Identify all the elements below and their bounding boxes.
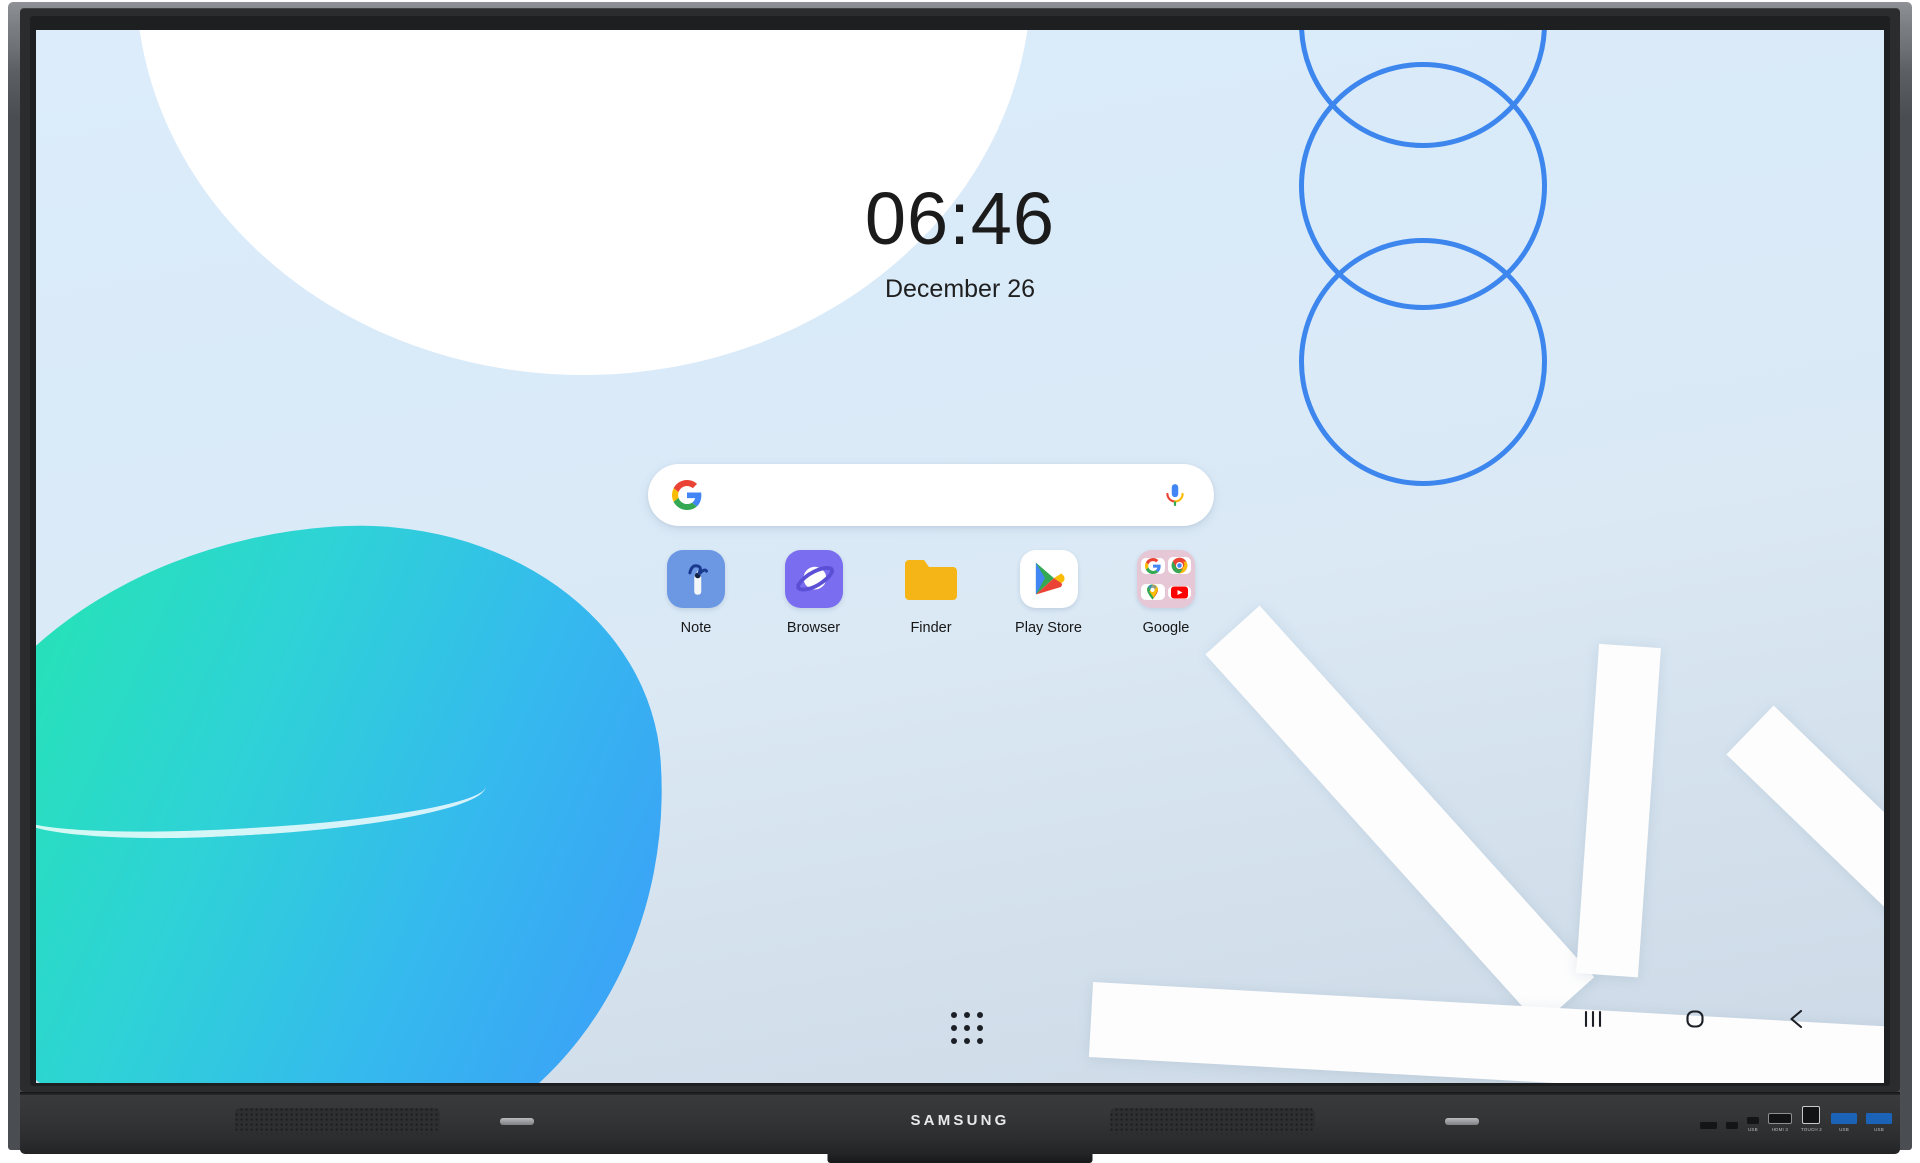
search-input[interactable] xyxy=(718,484,1162,506)
port-label: HDMI 3 xyxy=(1771,1127,1789,1132)
clock-date: December 26 xyxy=(884,275,1036,303)
note-pen-icon xyxy=(667,550,725,608)
drawer-dot xyxy=(964,1012,970,1018)
port-label: USB xyxy=(1747,1127,1758,1132)
app-shortcut-row: Note Browser Finder Play Store Google xyxy=(648,550,1214,636)
clock-time: 06:46 xyxy=(864,177,1056,260)
app-label: Finder xyxy=(910,620,952,636)
google-g-icon xyxy=(1141,557,1165,574)
app-drawer-grid-icon[interactable] xyxy=(941,1002,993,1054)
clock-widget[interactable]: 06:46 December 26 xyxy=(36,182,1884,304)
home-icon[interactable] xyxy=(1672,996,1718,1042)
touch-2-port[interactable]: TOUCH 2 xyxy=(1801,1106,1822,1132)
wallpaper-white-bar-2 xyxy=(1576,643,1661,978)
app-shortcut-play-store[interactable]: Play Store xyxy=(1001,550,1097,636)
app-shortcut-browser[interactable]: Browser xyxy=(766,550,862,636)
app-label: Play Store xyxy=(1015,620,1082,636)
back-icon[interactable] xyxy=(1774,996,1820,1042)
service-port[interactable] xyxy=(1725,1122,1738,1132)
drawer-dot xyxy=(951,1038,957,1044)
device-chin: SAMSUNG USB HDMI 3 TOUCH 2 USB USB xyxy=(20,1092,1900,1154)
google-g-icon xyxy=(672,480,702,510)
display-screen: 06:46 December 26 Note Browser Finder Pl… xyxy=(36,30,1884,1083)
port-label: USB xyxy=(1874,1127,1884,1132)
google-folder-icon xyxy=(1137,550,1195,608)
samsung-brand-logo: SAMSUNG xyxy=(910,1112,1010,1129)
drawer-dot xyxy=(977,1012,983,1018)
youtube-icon xyxy=(1167,585,1191,599)
usb-port[interactable]: USB xyxy=(1746,1117,1759,1132)
maps-pin-icon xyxy=(1141,584,1165,601)
samsung-internet-icon xyxy=(784,550,843,608)
navigation-bar xyxy=(1570,996,1820,1042)
google-search-bar[interactable] xyxy=(648,464,1214,526)
drawer-dot xyxy=(951,1012,957,1018)
app-label: Note xyxy=(680,620,712,636)
app-shortcut-note[interactable]: Note xyxy=(648,550,744,636)
app-label: Browser xyxy=(786,620,841,636)
usb-c-port[interactable] xyxy=(1699,1122,1717,1132)
device-foot xyxy=(827,1154,1093,1163)
drawer-dot xyxy=(977,1038,983,1044)
recents-icon[interactable] xyxy=(1570,996,1616,1042)
port-label: TOUCH 2 xyxy=(1800,1127,1822,1132)
hdmi-3-port[interactable]: HDMI 3 xyxy=(1767,1113,1792,1132)
wallpaper-white-bar-1 xyxy=(1205,605,1595,1026)
port-panel: USB HDMI 3 TOUCH 2 USB USB xyxy=(1699,1106,1892,1132)
drawer-dot xyxy=(977,1025,983,1031)
drawer-dot xyxy=(964,1038,970,1044)
usb-3-port-b[interactable]: USB xyxy=(1866,1113,1892,1132)
port-label: USB xyxy=(1839,1127,1849,1132)
play-store-icon xyxy=(1019,550,1078,608)
usb-3-port-a[interactable]: USB xyxy=(1831,1113,1857,1132)
chrome-icon xyxy=(1167,557,1191,575)
app-label: Google xyxy=(1142,620,1190,636)
wallpaper-gradient-blob xyxy=(36,504,688,1083)
folder-icon xyxy=(902,550,960,608)
drawer-dot xyxy=(951,1025,957,1031)
app-shortcut-finder[interactable]: Finder xyxy=(883,550,979,636)
microphone-icon[interactable] xyxy=(1162,482,1188,508)
drawer-dot xyxy=(964,1025,970,1031)
samsung-interactive-display: 06:46 December 26 Note Browser Finder Pl… xyxy=(0,0,1920,1163)
app-shortcut-google-folder[interactable]: Google xyxy=(1118,550,1214,636)
chin-edge xyxy=(20,1092,1900,1095)
